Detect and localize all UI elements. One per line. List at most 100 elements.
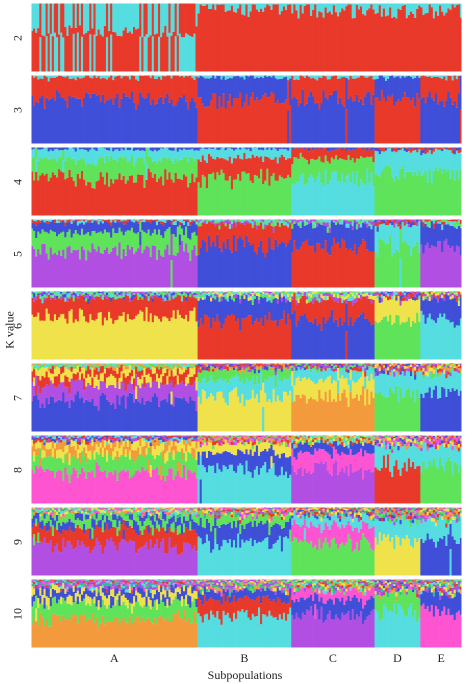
ancestry-segment	[128, 363, 132, 366]
ancestry-segment	[407, 3, 411, 16]
ancestry-segment	[70, 3, 73, 28]
ancestry-segment	[80, 363, 84, 366]
ancestry-segment	[114, 3, 117, 33]
ancestry-segment	[312, 224, 315, 229]
ancestry-segment	[128, 372, 132, 381]
ancestry-segment	[347, 221, 350, 224]
ancestry-segment	[49, 33, 53, 72]
ancestry-segment	[91, 319, 94, 360]
ancestry-segment	[291, 296, 294, 300]
ancestry-segment	[241, 295, 244, 319]
ancestry-segment	[455, 325, 459, 360]
ancestry-segment	[437, 220, 440, 222]
ancestry-segment	[55, 223, 59, 237]
ancestry-segment	[418, 299, 421, 322]
ancestry-segment	[130, 393, 134, 432]
ancestry-segment	[374, 174, 377, 216]
ancestry-segment	[376, 226, 380, 232]
ancestry-segment	[170, 391, 173, 405]
ancestry-segment	[255, 295, 259, 319]
ancestry-segment	[434, 11, 438, 73]
ancestry-segment	[260, 240, 263, 288]
ancestry-segment	[362, 149, 365, 158]
ancestry-segment	[451, 292, 455, 296]
ancestry-segment	[424, 13, 427, 72]
ancestry-segment	[426, 96, 430, 144]
ancestry-segment	[303, 295, 307, 314]
ancestry-segment	[441, 224, 444, 230]
ancestry-segment	[359, 294, 363, 300]
ancestry-segment	[249, 291, 253, 294]
ancestry-segment	[197, 77, 200, 98]
ancestry-segment	[401, 220, 405, 222]
ancestry-segment	[205, 295, 209, 316]
ancestry-segment	[120, 98, 123, 144]
ancestry-segment	[103, 3, 107, 26]
ancestry-segment	[176, 252, 180, 288]
ancestry-segment	[35, 225, 38, 238]
ancestry-segment	[185, 226, 188, 244]
ancestry-segment	[212, 293, 215, 298]
ancestry-segment	[47, 75, 51, 82]
ancestry-segment	[145, 383, 148, 401]
ancestry-segment	[351, 230, 355, 252]
ancestry-segment	[393, 252, 396, 288]
ancestry-segment	[47, 181, 51, 216]
ancestry-segment	[268, 300, 271, 312]
ancestry-segment	[76, 233, 80, 250]
ancestry-segment	[224, 12, 228, 72]
ancestry-segment	[207, 75, 211, 79]
ancestry-segment	[218, 175, 221, 216]
ancestry-segment	[43, 407, 46, 432]
ancestry-segment	[124, 390, 128, 409]
ancestry-segment	[176, 292, 180, 295]
ancestry-segment	[166, 3, 169, 37]
ancestry-segment	[64, 3, 67, 28]
ancestry-segment	[347, 75, 350, 80]
ancestry-segment	[264, 315, 267, 360]
ancestry-segment	[426, 76, 430, 97]
ancestry-segment	[364, 293, 367, 297]
ancestry-segment	[326, 299, 330, 321]
ancestry-segment	[89, 401, 92, 432]
ancestry-segment	[453, 293, 457, 295]
ancestry-segment	[205, 366, 209, 371]
ancestry-segment	[345, 150, 348, 161]
ancestry-segment	[326, 3, 330, 13]
ancestry-segment	[239, 92, 242, 144]
ancestry-segment	[403, 147, 407, 151]
ancestry-segment	[108, 311, 111, 360]
ancestry-segment	[130, 291, 134, 293]
ancestry-segment	[78, 178, 82, 216]
ancestry-segment	[172, 368, 176, 377]
ancestry-segment	[343, 148, 346, 160]
ancestry-segment	[201, 103, 205, 144]
ancestry-segment	[39, 364, 42, 369]
ancestry-segment	[330, 14, 334, 72]
ancestry-segment	[143, 376, 146, 388]
ancestry-segment	[220, 251, 223, 288]
ancestry-segment	[158, 295, 161, 298]
ancestry-segment	[303, 313, 307, 360]
ancestry-segment	[151, 396, 155, 432]
ancestry-segment	[255, 147, 259, 156]
ancestry-segment	[83, 390, 86, 403]
ancestry-segment	[303, 148, 307, 159]
ancestry-segment	[220, 328, 223, 360]
ancestry-segment	[128, 219, 132, 231]
ancestry-segment	[116, 294, 119, 297]
ancestry-segment	[170, 380, 173, 392]
ancestry-segment	[135, 386, 138, 400]
ancestry-segment	[68, 229, 71, 246]
ancestry-segment	[239, 77, 242, 93]
ancestry-segment	[412, 150, 415, 176]
ancestry-segment	[39, 292, 42, 296]
ancestry-segment	[176, 147, 180, 152]
ancestry-segment	[372, 219, 375, 221]
ancestry-segment	[391, 299, 394, 325]
ancestry-segment	[141, 293, 144, 297]
ancestry-segment	[143, 292, 146, 296]
ancestry-segment	[49, 364, 53, 367]
ancestry-segment	[270, 370, 273, 378]
ancestry-segment	[160, 176, 163, 216]
